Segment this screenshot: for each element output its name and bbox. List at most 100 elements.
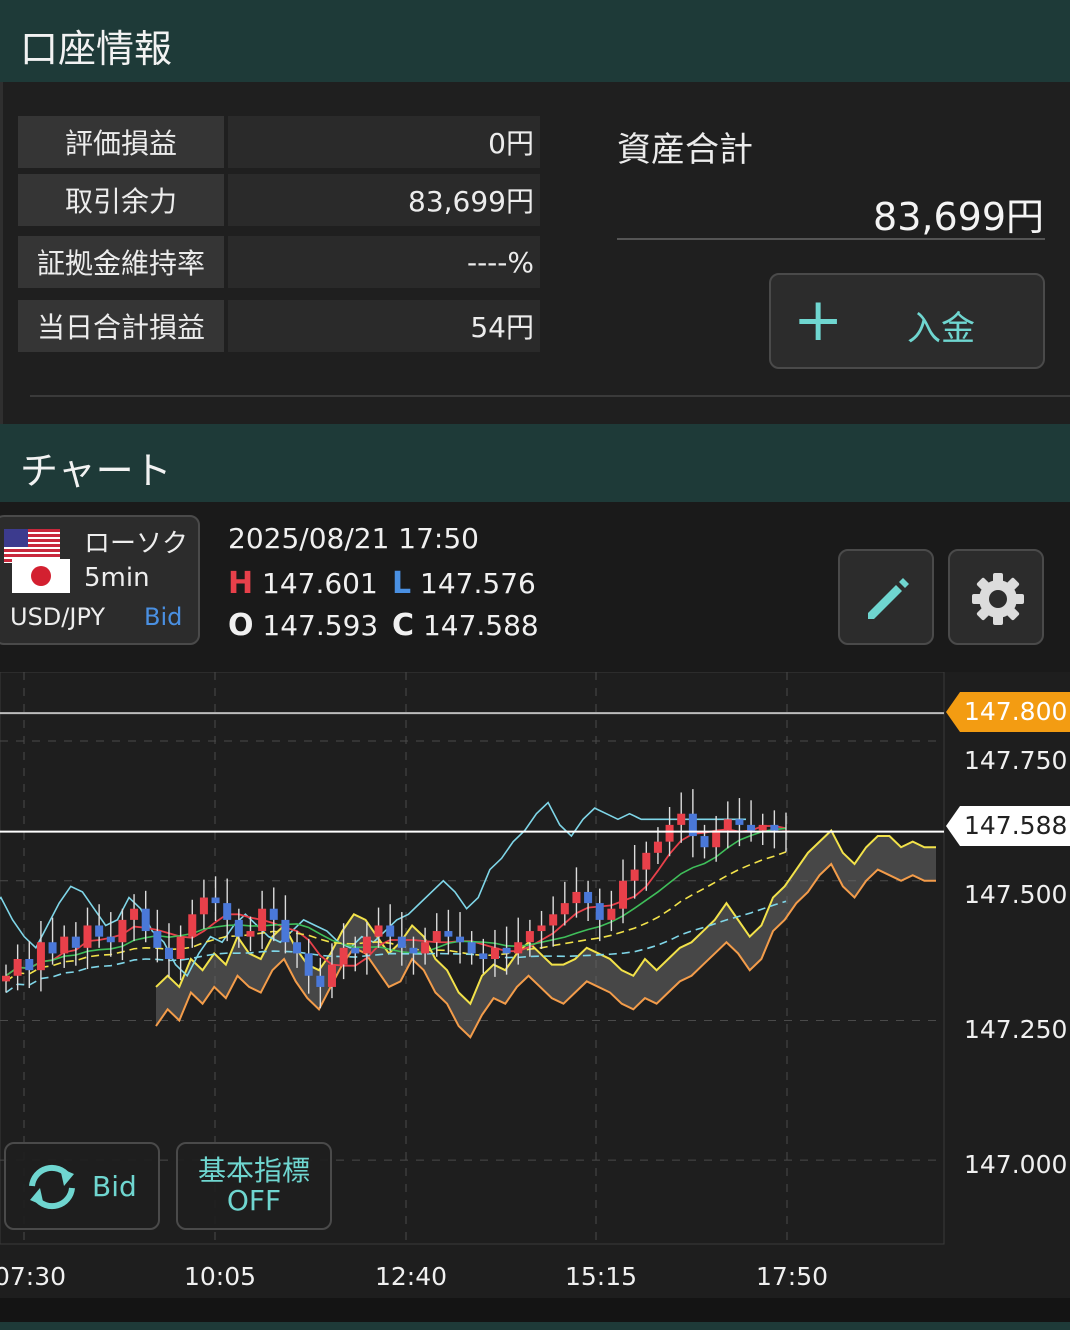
candle-body [164, 947, 173, 959]
candle-body [246, 931, 255, 937]
candle-body [642, 852, 651, 870]
refresh-icon [29, 1164, 75, 1210]
open-value: 147.593 [262, 609, 379, 642]
settings-button[interactable] [948, 549, 1044, 645]
y-axis-label: 147.750 [964, 746, 1068, 775]
candle-body [316, 975, 325, 987]
candle-body [747, 824, 756, 831]
account-panel: 評価損益 0円 取引余力 83,699円 証拠金維持率 ----% 当日合計損益… [0, 82, 1070, 424]
candle-body [537, 925, 546, 932]
candle-body [118, 919, 127, 943]
total-assets-value: 83,699円 [873, 195, 1044, 239]
candle-body [153, 931, 162, 948]
chart-datetime: 2025/08/21 17:50 [228, 522, 479, 555]
candle-body [444, 931, 453, 937]
price-side-toggle-button[interactable]: Bid [4, 1142, 160, 1230]
candle-body [665, 824, 674, 842]
bottom-accent [0, 1322, 1070, 1330]
us-flag-icon [4, 529, 60, 563]
margin-ratio-value: ----% [228, 236, 540, 288]
chart-section-title: チャート [20, 449, 172, 493]
daily-pl-value: 54円 [228, 300, 540, 352]
candle-body [36, 942, 45, 971]
candle-body [572, 891, 581, 904]
y-axis-label: 147.250 [964, 1015, 1068, 1044]
candle-body [723, 819, 732, 831]
candle-body [700, 836, 709, 848]
candle-body [758, 824, 767, 831]
candle-body [735, 819, 744, 825]
candle-body [456, 936, 465, 943]
candle-body [281, 919, 290, 943]
candle-body [619, 880, 628, 909]
chart-area[interactable] [0, 672, 1070, 1298]
candle-body [712, 830, 721, 848]
candle-body [770, 824, 779, 831]
x-axis-label: 07:30 [0, 1262, 67, 1291]
candle-body [71, 936, 80, 948]
candle-body [234, 919, 243, 937]
candle-body [13, 959, 22, 976]
price-side-toggle-label: Bid [92, 1170, 137, 1203]
plus-icon: + [793, 285, 844, 355]
indicator-label-line1: 基本指標 [197, 1154, 310, 1187]
candle-body [25, 959, 34, 971]
symbol-selector[interactable]: ローソク 5min USD/JPY Bid [0, 515, 200, 645]
alert-price-tag: 147.800 [946, 692, 1070, 732]
candle-body [48, 942, 57, 954]
candle-body [653, 841, 662, 853]
candle-body [502, 947, 511, 954]
candle-body [397, 936, 406, 948]
account-section-title: 口座情報 [20, 27, 173, 71]
account-section-header: 口座情報 [0, 0, 1070, 82]
unrealized-pl-label: 評価損益 [18, 116, 224, 168]
high-letter: H [228, 566, 254, 601]
daily-pl-label: 当日合計損益 [18, 300, 224, 352]
x-axis-label: 17:50 [756, 1262, 829, 1291]
candle-body [677, 813, 686, 825]
y-axis-label: 147.500 [964, 880, 1068, 909]
candle-body [362, 936, 371, 954]
x-axis-label: 15:15 [565, 1262, 638, 1291]
interval-label: 5min [84, 563, 150, 593]
candle-body [525, 931, 534, 943]
candle-body [490, 947, 499, 959]
candle-body [339, 947, 348, 965]
open-letter: O [228, 608, 254, 643]
candle-body [293, 942, 302, 954]
candle-body [374, 925, 383, 937]
candle-body [269, 908, 278, 920]
pair-label: USD/JPY [10, 603, 106, 631]
candle-body [560, 903, 569, 915]
candle-body [584, 891, 593, 904]
candle-body [607, 908, 616, 920]
draw-tool-button[interactable] [838, 549, 934, 645]
candle-body [432, 931, 441, 943]
indicator-label-line2: OFF [226, 1184, 282, 1217]
unrealized-pl-value: 0円 [228, 116, 540, 168]
y-axis-label: 147.000 [964, 1150, 1068, 1179]
high-value: 147.601 [262, 567, 378, 600]
candle-body [199, 897, 208, 915]
candle-body [141, 908, 150, 932]
current-price-tag: 147.588 [946, 806, 1070, 846]
candle-body [95, 925, 104, 937]
close-letter: C [392, 608, 415, 643]
close-value: 147.588 [422, 609, 539, 642]
pencil-icon [868, 578, 909, 619]
candle-body [223, 903, 232, 920]
deposit-button[interactable]: + 入金 [769, 273, 1045, 369]
total-assets-underline [617, 238, 1045, 240]
candle-body [595, 903, 604, 920]
candle-body [188, 914, 197, 937]
basic-indicator-button[interactable]: 基本指標 OFF [176, 1142, 332, 1230]
candle-body [479, 953, 488, 959]
candle-body [60, 936, 69, 954]
candle-body [514, 942, 523, 954]
candle-body [130, 908, 139, 920]
candle-body [258, 908, 267, 932]
trading-power-label: 取引余力 [18, 174, 224, 226]
margin-ratio-label: 証拠金維持率 [18, 236, 224, 288]
candle-body [630, 869, 639, 881]
candlestick-chart[interactable] [0, 672, 1070, 1298]
